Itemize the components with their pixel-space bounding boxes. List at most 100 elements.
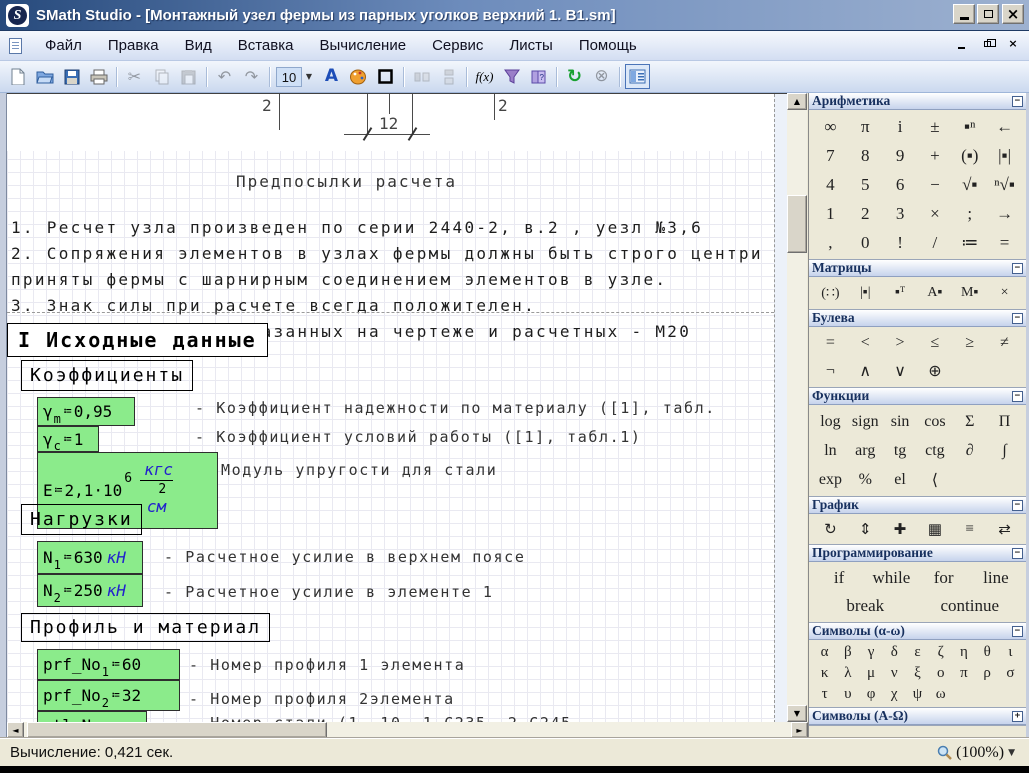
collapse-icon[interactable]: − xyxy=(1012,96,1023,107)
palette-button[interactable]: ι xyxy=(999,642,1022,663)
palette-button[interactable]: M▪ xyxy=(952,279,987,307)
palette-button[interactable]: continue xyxy=(918,592,1023,620)
palette-button[interactable]: ο xyxy=(929,663,952,684)
subsection-profile-box[interactable]: Профиль и материал xyxy=(21,613,270,642)
palette-button[interactable]: ← xyxy=(987,112,1022,141)
palette-button[interactable]: ▪ᵀ xyxy=(883,279,918,307)
panel-matrices-header[interactable]: Матрицы− xyxy=(809,260,1026,277)
panel-programming-header[interactable]: Программирование− xyxy=(809,545,1026,562)
palette-button[interactable]: for xyxy=(918,564,970,592)
paste-button[interactable] xyxy=(176,64,201,89)
palette-button[interactable]: τ xyxy=(813,684,836,705)
vertical-scrollbar[interactable]: ▲ ▼ xyxy=(787,93,807,722)
align-horizontal-button[interactable] xyxy=(409,64,434,89)
palette-button[interactable]: ω xyxy=(929,684,952,705)
palette-button[interactable]: A▪ xyxy=(917,279,952,307)
subsection-coefficients-box[interactable]: Коэффициенты xyxy=(21,360,193,391)
palette-button[interactable]: > xyxy=(883,329,918,357)
chevron-down-icon[interactable]: ▼ xyxy=(302,67,316,87)
note-line[interactable]: 2. Сопряжения элементов в узлах фермы до… xyxy=(11,244,763,263)
palette-button[interactable]: / xyxy=(917,228,952,257)
math-region-profile-1[interactable]: prf_No1≔60 xyxy=(37,649,180,680)
palette-button[interactable]: sin xyxy=(883,407,918,436)
palette-button[interactable]: φ xyxy=(859,684,882,705)
description-text[interactable]: - Расчетное усилие в элементе 1 xyxy=(164,583,494,601)
math-region-profile-2[interactable]: prf_No2≔32 xyxy=(37,680,180,711)
palette-button[interactable]: 5 xyxy=(848,170,883,199)
panel-boolean-header[interactable]: Булева− xyxy=(809,310,1026,327)
background-color-button[interactable] xyxy=(346,64,371,89)
cut-button[interactable]: ✂ xyxy=(122,64,147,89)
palette-button[interactable]: ↻ xyxy=(813,516,848,542)
palette-button[interactable]: = xyxy=(987,228,1022,257)
palette-button[interactable]: × xyxy=(987,279,1022,307)
horizontal-scrollbar-thumb[interactable] xyxy=(27,722,327,738)
palette-button[interactable]: |▪| xyxy=(848,279,883,307)
palette-button[interactable]: υ xyxy=(836,684,859,705)
scroll-left-icon[interactable]: ◄ xyxy=(7,722,24,738)
palette-button[interactable]: ∂ xyxy=(952,436,987,465)
mdi-minimize-button[interactable] xyxy=(953,36,969,51)
palette-button[interactable]: (∷) xyxy=(813,279,848,307)
palette-button[interactable]: ∫ xyxy=(987,436,1022,465)
math-region-steel[interactable]: stl_No5 xyxy=(37,711,147,722)
collapse-icon[interactable]: − xyxy=(1012,626,1023,637)
palette-button[interactable]: ! xyxy=(883,228,918,257)
align-vertical-button[interactable] xyxy=(436,64,461,89)
palette-button[interactable]: 1 xyxy=(813,199,848,228)
palette-button[interactable]: ⊕ xyxy=(917,357,952,385)
restore-button[interactable] xyxy=(977,4,999,24)
palette-button[interactable]: ▪ⁿ xyxy=(952,112,987,141)
palette-button[interactable]: tg xyxy=(883,436,918,465)
mdi-restore-button[interactable] xyxy=(979,36,995,51)
palette-button[interactable]: |▪| xyxy=(987,141,1022,170)
description-text[interactable]: - Коэффициент надежности по материалу ([… xyxy=(195,399,716,417)
palette-button[interactable]: ⁿ√▪ xyxy=(987,170,1022,199)
palette-button[interactable]: ≠ xyxy=(987,329,1022,357)
note-line[interactable]: приняты фермы с шарнирным соединением эл… xyxy=(11,270,667,289)
scroll-down-icon[interactable]: ▼ xyxy=(787,705,807,722)
palette-button[interactable]: 8 xyxy=(848,141,883,170)
minimize-button[interactable] xyxy=(953,4,975,24)
palette-button[interactable]: 3 xyxy=(883,199,918,228)
palette-button[interactable]: × xyxy=(917,199,952,228)
math-region-n1[interactable]: N1≔630кН xyxy=(37,541,143,574)
palette-button[interactable]: ; xyxy=(952,199,987,228)
panel-plot-header[interactable]: График− xyxy=(809,497,1026,514)
palette-button[interactable]: ε xyxy=(906,642,929,663)
palette-button[interactable]: ν xyxy=(883,663,906,684)
description-text[interactable]: - Коэффициент условий работы ([1], табл.… xyxy=(195,428,642,446)
redo-button[interactable]: ↷ xyxy=(239,64,264,89)
palette-button[interactable]: ρ xyxy=(976,663,999,684)
expand-icon[interactable]: + xyxy=(1012,711,1023,722)
subsection-loads-box[interactable]: Нагрузки xyxy=(21,504,142,535)
section-title-box[interactable]: I Исходные данные xyxy=(7,323,268,357)
math-region-n2[interactable]: N2≔250кН xyxy=(37,574,143,607)
collapse-icon[interactable]: − xyxy=(1012,313,1023,324)
panel-functions-header[interactable]: Функции− xyxy=(809,388,1026,405)
new-file-button[interactable] xyxy=(5,64,30,89)
zoom-control[interactable]: (100%) ▼ xyxy=(937,744,1015,762)
palette-button[interactable]: ≥ xyxy=(952,329,987,357)
open-file-button[interactable] xyxy=(32,64,57,89)
menu-item-0[interactable]: Файл xyxy=(32,33,95,58)
save-button[interactable] xyxy=(59,64,84,89)
palette-button[interactable]: 0 xyxy=(848,228,883,257)
filter-button[interactable] xyxy=(499,64,524,89)
palette-button[interactable]: ¬ xyxy=(813,357,848,385)
interrupt-button[interactable]: ⊗ xyxy=(589,64,614,89)
undo-button[interactable]: ↶ xyxy=(212,64,237,89)
palette-button[interactable]: sign xyxy=(848,407,883,436)
palette-button[interactable]: ▦ xyxy=(917,516,952,542)
menu-item-4[interactable]: Вычисление xyxy=(306,33,419,58)
note-line[interactable]: 1. Ресчет узла произведен по серии 2440-… xyxy=(11,218,703,237)
palette-button[interactable]: = xyxy=(813,329,848,357)
collapse-icon[interactable]: − xyxy=(1012,500,1023,511)
palette-button[interactable]: η xyxy=(952,642,975,663)
font-color-button[interactable]: A xyxy=(319,64,344,89)
palette-button[interactable]: ctg xyxy=(917,436,952,465)
description-text[interactable]: - Расчетное усилие в верхнем поясе xyxy=(164,548,525,566)
palette-button[interactable]: β xyxy=(836,642,859,663)
palette-button[interactable]: arg xyxy=(848,436,883,465)
palette-button[interactable]: ± xyxy=(917,112,952,141)
